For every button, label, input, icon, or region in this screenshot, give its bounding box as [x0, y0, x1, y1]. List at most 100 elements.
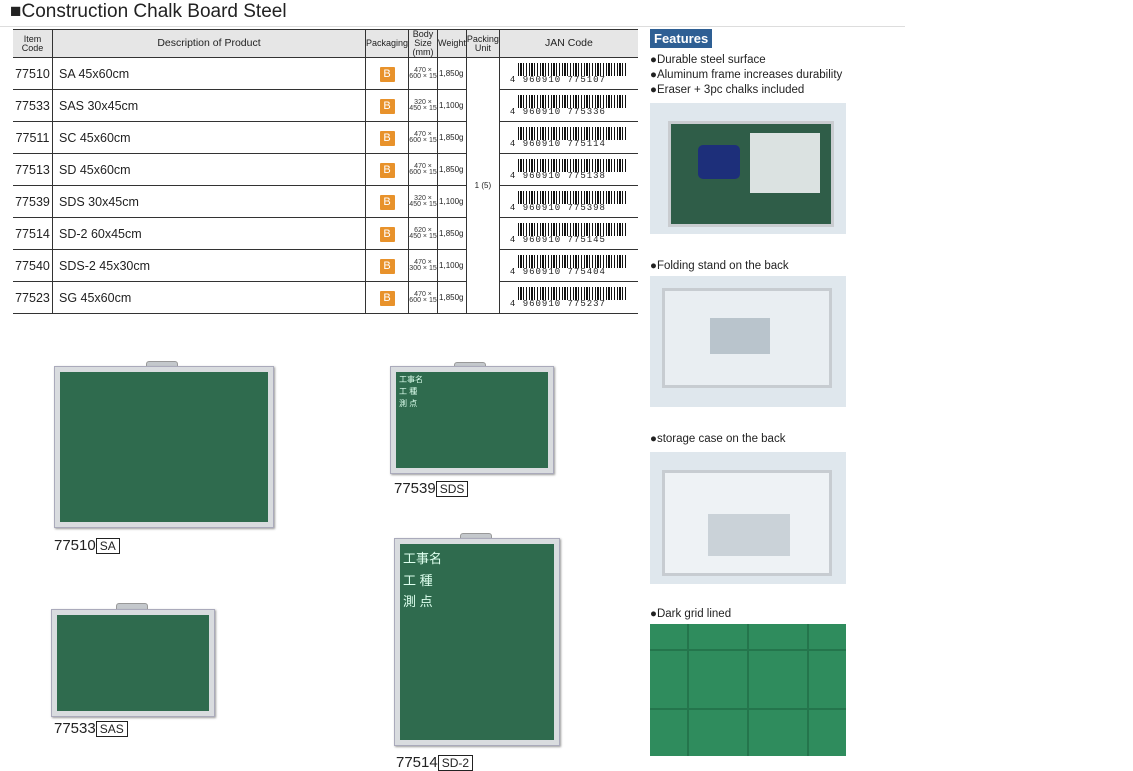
jan-digits: 4 960910 775237	[509, 298, 606, 309]
feature-storage: ●storage case on the back	[650, 433, 786, 445]
barcode: 4 960910 775404	[509, 253, 626, 279]
item-code-cell: 77513	[13, 153, 53, 186]
item-code-cell: 77539	[13, 185, 53, 218]
item-code-cell: 77514	[13, 217, 53, 250]
body-size-cell: 470 × 600 × 15	[408, 57, 438, 90]
weight-cell: 1,100g	[437, 89, 467, 122]
packaging-cell: B	[364, 249, 409, 282]
barcode: 4 960910 775145	[509, 221, 626, 247]
packaging-cell: B	[364, 89, 409, 122]
packaging-badge: B	[379, 130, 395, 146]
header-jan: JAN Code	[498, 29, 638, 58]
body-size-cell: 470 × 600 × 15	[408, 153, 438, 186]
barcode: 4 960910 775107	[509, 61, 626, 87]
description-cell: SD 45x60cm	[52, 153, 366, 186]
table-row: 77511 SC 45x60cm B 470 × 600 × 15 1,850g 4 96…	[13, 121, 638, 154]
barcode: 4 960910 775336	[509, 93, 626, 119]
jan-digits: 4 960910 775114	[509, 138, 606, 149]
packaging-badge: B	[379, 226, 395, 242]
jan-cell: 4 960910 775237	[498, 281, 638, 314]
eraser-chalk-photo	[650, 103, 846, 234]
packaging-badge: B	[379, 66, 395, 82]
header-packing-unit: Packing Unit	[465, 29, 500, 58]
weight-cell: 1,850g	[437, 281, 467, 314]
jan-digits: 4 960910 775107	[509, 74, 606, 85]
barcode: 4 960910 775138	[509, 157, 626, 183]
feature-item: ●Durable steel surface	[650, 54, 766, 66]
header-description: Description of Product	[52, 29, 366, 58]
item-code-cell: 77540	[13, 249, 53, 282]
weight-cell: 1,100g	[437, 185, 467, 218]
table-row: 77540 SDS-2 45x30cm B 470 × 300 × 15 1,100g 4…	[13, 249, 638, 282]
board-sds: 工事名 工 種 測 点	[390, 366, 554, 474]
jan-cell: 4 960910 775336	[498, 89, 638, 122]
packaging-badge: B	[379, 98, 395, 114]
body-size-cell: 320 × 450 × 15	[408, 185, 438, 218]
barcode: 4 960910 775114	[509, 125, 626, 151]
item-code-cell: 77510	[13, 57, 53, 90]
feature-grid: ●Dark grid lined	[650, 608, 732, 620]
packaging-badge: B	[379, 162, 395, 178]
table-row: 77523 SG 45x60cm B 470 × 600 × 15 1,850g 4 96…	[13, 281, 638, 314]
jan-cell: 4 960910 775145	[498, 217, 638, 250]
jan-cell: 4 960910 775404	[498, 249, 638, 282]
packaging-cell: B	[364, 121, 409, 154]
packaging-cell: B	[364, 153, 409, 186]
table-row: 77513 SD 45x60cm B 470 × 600 × 15 1,850g 4 96…	[13, 153, 638, 186]
body-size-cell: 470 × 600 × 15	[408, 121, 438, 154]
page-title: ■Construction Chalk Board Steel	[10, 1, 287, 22]
body-size-cell: 470 × 300 × 15	[408, 249, 438, 282]
jan-cell: 4 960910 775138	[498, 153, 638, 186]
description-cell: SAS 30x45cm	[52, 89, 366, 122]
description-cell: SD-2 60x45cm	[52, 217, 366, 250]
feature-item: ●Aluminum frame increases durability	[650, 69, 843, 81]
header-body-size: Body Size (mm)	[408, 29, 438, 58]
jan-cell: 4 960910 775398	[498, 185, 638, 218]
jan-digits: 4 960910 775145	[509, 234, 606, 245]
packaging-badge: B	[379, 258, 395, 274]
table-row: 77533 SAS 30x45cm B 320 × 450 × 15 1,100g 4 9…	[13, 89, 638, 122]
table-row: 77514 SD-2 60x45cm B 620 × 450 × 15 1,850g 4 …	[13, 217, 638, 250]
packaging-cell: B	[364, 281, 409, 314]
features-tag: Features	[650, 29, 713, 48]
packaging-badge: B	[379, 194, 395, 210]
feature-item: ●Eraser + 3pc chalks included	[650, 84, 805, 96]
storage-case-photo	[650, 452, 846, 584]
table-header-row: Item Code Description of Product Packagi…	[13, 29, 638, 58]
product-label-sas: 77533 SAS	[54, 720, 128, 737]
body-size-cell: 320 × 450 × 15	[408, 89, 438, 122]
feature-folding: ●Folding stand on the back	[650, 260, 789, 272]
product-label-sa: 77510 SA	[54, 537, 120, 554]
description-cell: SDS 30x45cm	[52, 185, 366, 218]
description-cell: SG 45x60cm	[52, 281, 366, 314]
description-cell: SA 45x60cm	[52, 57, 366, 90]
folding-stand-photo	[650, 276, 846, 407]
jan-cell: 4 960910 775114	[498, 121, 638, 154]
item-code-cell: 77511	[13, 121, 53, 154]
packing-unit-cell: 1 (5)	[465, 57, 500, 314]
packaging-cell: B	[364, 185, 409, 218]
weight-cell: 1,850g	[437, 57, 467, 90]
jan-digits: 4 960910 775336	[509, 106, 606, 117]
barcode: 4 960910 775398	[509, 189, 626, 215]
board-sd2: 工事名 工 種 測 点	[394, 538, 560, 746]
packaging-badge: B	[379, 290, 395, 306]
product-label-sds: 77539 SDS	[394, 480, 469, 497]
weight-cell: 1,850g	[437, 217, 467, 250]
packaging-cell: B	[364, 217, 409, 250]
header-item-code: Item Code	[13, 29, 53, 58]
packaging-cell: B	[364, 57, 409, 90]
product-label-sd2: 77514 SD-2	[396, 754, 474, 771]
header-packaging: Packaging	[364, 29, 409, 58]
table-row: 77539 SDS 30x45cm B 320 × 450 × 15 1,100g 4 9…	[13, 185, 638, 218]
item-code-cell: 77523	[13, 281, 53, 314]
jan-digits: 4 960910 775138	[509, 170, 606, 181]
item-code-cell: 77533	[13, 89, 53, 122]
jan-digits: 4 960910 775398	[509, 202, 606, 213]
weight-cell: 1,850g	[437, 153, 467, 186]
table-row: 77510 SA 45x60cm B 470 × 600 × 15 1,850g 1 (5…	[13, 57, 638, 314]
dark-grid-photo	[650, 624, 846, 756]
jan-cell: 4 960910 775107	[498, 57, 638, 90]
jan-digits: 4 960910 775404	[509, 266, 606, 277]
weight-cell: 1,100g	[437, 249, 467, 282]
